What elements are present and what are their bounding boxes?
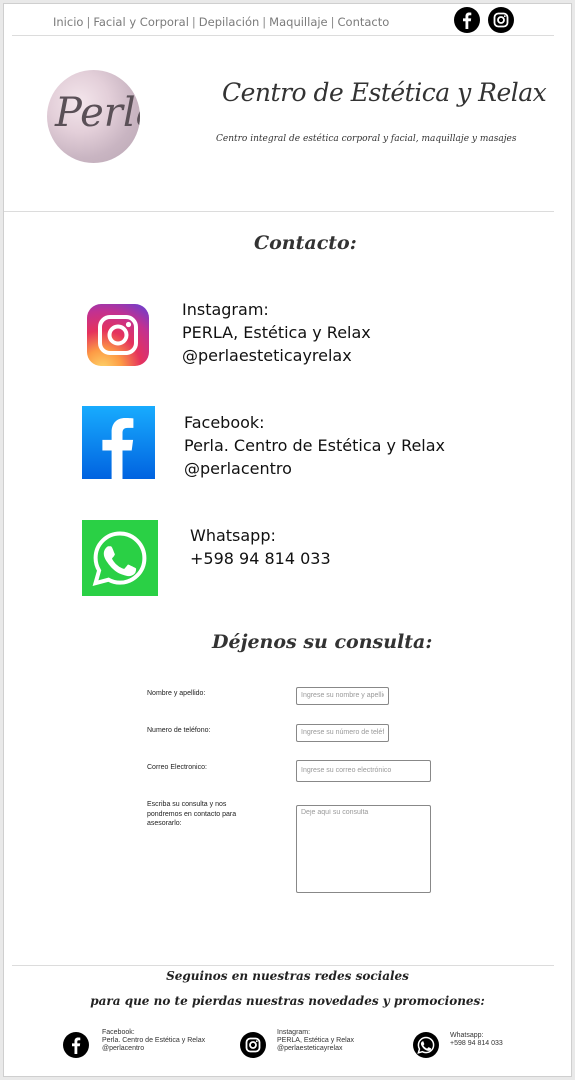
form-title: Déjenos su consulta:: [212, 631, 433, 653]
logo: Perla: [47, 70, 140, 163]
instagram-icon[interactable]: [87, 304, 149, 366]
site-subtitle: Centro integral de estética corporal y f…: [216, 134, 517, 144]
instagram-contact-text: Instagram: PERLA, Estética y Relax @perl…: [182, 298, 371, 367]
footer-instagram-label: Instagram:: [277, 1029, 311, 1036]
message-label: Escriba su consulta y nos pondremos en c…: [147, 801, 237, 827]
facebook-label: Facebook:: [184, 413, 265, 432]
facebook-contact-text: Facebook: Perla. Centro de Estética y Re…: [184, 411, 445, 480]
nav-separator: |: [262, 15, 267, 29]
nav-links: Inicio | Facial y Corporal | Depilación | Maqu…: [53, 15, 389, 29]
nav-item-inicio[interactable]: Inicio: [53, 15, 83, 29]
nav-separator: |: [330, 15, 335, 29]
footer-facebook-name: Perla. Centro de Estética y Relax: [102, 1037, 206, 1044]
footer-facebook-text: Facebook: Perla. Centro de Estética y Re…: [102, 1029, 205, 1053]
instagram-name: PERLA, Estética y Relax: [182, 323, 371, 342]
footer-whatsapp-label: Whatsapp:: [450, 1032, 484, 1039]
footer-divider: [12, 965, 554, 966]
name-input[interactable]: Ingrese su nombre y apellido: [296, 687, 389, 705]
instagram-label: Instagram:: [182, 300, 269, 319]
facebook-handle[interactable]: @perlacentro: [184, 457, 445, 480]
message-textarea[interactable]: Deje aquí su consulta: [296, 805, 431, 893]
instagram-handle[interactable]: @perlaesteticayrelax: [182, 344, 371, 367]
facebook-icon[interactable]: [454, 7, 480, 33]
whatsapp-icon[interactable]: [82, 520, 158, 596]
contact-title: Contacto:: [254, 232, 357, 254]
nav-separator: |: [86, 15, 91, 29]
footer-instagram-handle[interactable]: @perlaesteticayrelax: [277, 1045, 354, 1053]
whatsapp-icon[interactable]: [413, 1032, 439, 1058]
nav-item-facial-corporal[interactable]: Facial y Corporal: [93, 15, 189, 29]
footer-whatsapp-number[interactable]: +598 94 814 033: [450, 1040, 503, 1048]
whatsapp-contact-text: Whatsapp: +598 94 814 033: [190, 524, 331, 570]
footer-title-line2: para que no te pierdas nuestras novedade…: [90, 994, 485, 1008]
footer-instagram-name: PERLA, Estética y Relax: [277, 1037, 355, 1044]
email-input[interactable]: Ingrese su correo electrónico: [296, 760, 431, 782]
site-title: Centro de Estética y Relax: [222, 78, 547, 107]
email-label: Correo Electronico:: [147, 764, 207, 771]
footer-instagram-text: Instagram: PERLA, Estética y Relax @perl…: [277, 1029, 354, 1053]
instagram-icon[interactable]: [488, 7, 514, 33]
nav-item-maquillaje[interactable]: Maquillaje: [269, 15, 327, 29]
facebook-icon[interactable]: [63, 1032, 89, 1058]
facebook-name: Perla. Centro de Estética y Relax: [184, 436, 446, 455]
email-placeholder: Ingrese su correo electrónico: [301, 767, 392, 774]
instagram-icon[interactable]: [240, 1032, 266, 1058]
footer-whatsapp-text: Whatsapp: +598 94 814 033: [450, 1032, 503, 1048]
phone-input[interactable]: Ingrese su número de teléfono: [296, 724, 389, 742]
whatsapp-number[interactable]: +598 94 814 033: [190, 547, 331, 570]
nav-separator: |: [191, 15, 196, 29]
phone-placeholder: Ingrese su número de teléfono: [301, 729, 384, 736]
name-placeholder: Ingrese su nombre y apellido: [301, 692, 384, 699]
top-nav: Inicio | Facial y Corporal | Depilación | Maqu…: [4, 4, 571, 36]
footer-title-line1: Seguinos en nuestras redes sociales: [166, 969, 409, 983]
nav-item-contacto[interactable]: Contacto: [338, 15, 390, 29]
footer-facebook-handle[interactable]: @perlacentro: [102, 1045, 205, 1053]
message-placeholder: Deje aquí su consulta: [301, 809, 369, 816]
phone-label: Numero de teléfono:: [147, 727, 211, 734]
nav-item-depilacion[interactable]: Depilación: [199, 15, 260, 29]
facebook-icon[interactable]: [82, 406, 155, 479]
header-divider: [4, 211, 554, 212]
name-label: Nombre y apellido:: [147, 690, 206, 697]
page: Inicio | Facial y Corporal | Depilación | Maqu…: [3, 3, 572, 1077]
nav-divider: [12, 35, 554, 36]
logo-text: Perla: [55, 90, 140, 136]
footer-facebook-label: Facebook:: [102, 1029, 135, 1036]
whatsapp-label: Whatsapp:: [190, 526, 276, 545]
